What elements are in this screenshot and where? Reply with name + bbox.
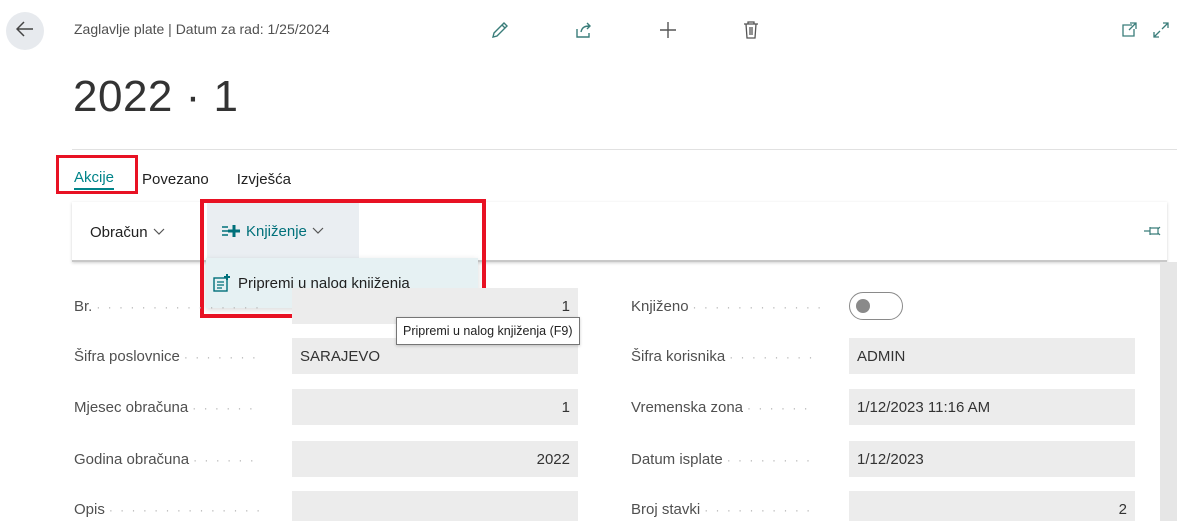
- label-dots: · · · · · · · ·: [729, 349, 815, 364]
- field-label: Opis: [74, 500, 105, 518]
- back-button[interactable]: [6, 12, 44, 50]
- broj-stavki-input[interactable]: 2: [849, 491, 1135, 521]
- godina-obracuna-input[interactable]: 2022: [292, 441, 578, 477]
- label-dots: · · · · · ·: [192, 400, 255, 415]
- open-new-window-button[interactable]: [1119, 18, 1139, 46]
- field-label: Godina obračuna: [74, 450, 190, 468]
- label-dots: · · · · · · · ·: [726, 452, 813, 467]
- field-label: Vremenska zona: [631, 398, 744, 416]
- label-dots: · · · · · · · · · · · ·: [692, 299, 824, 314]
- datum-isplate-input[interactable]: 1/12/2023: [849, 441, 1135, 477]
- header-toolbar: [490, 18, 826, 46]
- tab-label: Izvješća: [236, 170, 291, 188]
- field-opis: Opis · · · · · · · · · · · · · ·: [74, 491, 284, 521]
- tab-label: Povezano: [142, 170, 209, 188]
- open-new-window-icon: [1120, 21, 1138, 44]
- field-godina-obracuna: Godina obračuna · · · · · ·: [74, 441, 284, 477]
- knjizeno-toggle[interactable]: [849, 292, 903, 320]
- chevron-down-icon: [153, 228, 165, 236]
- share-icon: [574, 20, 594, 45]
- label-dots: · · · · · ·: [747, 400, 810, 415]
- edit-button[interactable]: [490, 18, 574, 46]
- sifra-korisnika-input[interactable]: ADMIN: [849, 338, 1135, 374]
- field-label: Broj stavki: [631, 500, 701, 518]
- field-label: Datum isplate: [631, 450, 723, 468]
- divider: [72, 149, 1177, 150]
- field-label: Knjiženo: [631, 297, 689, 315]
- record-title: 2022 · 1: [73, 72, 239, 121]
- window-controls: [1119, 18, 1171, 46]
- field-datum-isplate: Datum isplate · · · · · · · ·: [631, 441, 841, 477]
- label-dots: · · · · · · ·: [183, 349, 258, 364]
- pin-icon[interactable]: [1143, 224, 1161, 243]
- tab-izvjesca[interactable]: Izvješća: [223, 162, 305, 196]
- expand-icon: [1152, 21, 1170, 44]
- annotation-highlight-akcije: [56, 155, 138, 194]
- opis-input[interactable]: [292, 491, 578, 521]
- field-label: Šifra poslovnice: [74, 347, 180, 365]
- add-button[interactable]: [658, 18, 742, 46]
- delete-button[interactable]: [742, 18, 826, 46]
- delete-trash-icon: [742, 20, 760, 45]
- label-dots: · · · · · ·: [193, 452, 256, 467]
- back-arrow-icon: [15, 20, 34, 42]
- field-label: Mjesec obračuna: [74, 398, 189, 416]
- mjesec-obracuna-input[interactable]: 1: [292, 389, 578, 425]
- vremenska-zona-input[interactable]: 1/12/2023 11:16 AM: [849, 389, 1135, 425]
- field-label: Br.: [74, 297, 93, 315]
- field-br: Br. · · · · · · · · · · · · · · ·: [74, 288, 284, 324]
- label-dots: · · · · · · · · · · · · · ·: [108, 502, 263, 517]
- tab-povezano[interactable]: Povezano: [128, 162, 223, 196]
- field-knjizeno: Knjiženo · · · · · · · · · · · ·: [631, 288, 841, 324]
- expand-button[interactable]: [1151, 18, 1171, 46]
- label-dots: · · · · · · · · · ·: [704, 502, 813, 517]
- scrollbar[interactable]: [1160, 262, 1177, 521]
- obracun-menu-button[interactable]: Obračun: [90, 214, 165, 250]
- add-plus-icon: [658, 20, 678, 45]
- field-sifra-korisnika: Šifra korisnika · · · · · · · ·: [631, 338, 841, 374]
- field-mjesec-obracuna: Mjesec obračuna · · · · · ·: [74, 389, 284, 425]
- field-broj-stavki: Broj stavki · · · · · · · · · ·: [631, 491, 841, 521]
- field-label: Šifra korisnika: [631, 347, 726, 365]
- edit-pencil-icon: [490, 20, 510, 45]
- field-sifra-poslovnice: Šifra poslovnice · · · · · · ·: [74, 338, 284, 374]
- field-vremenska-zona: Vremenska zona · · · · · ·: [631, 389, 841, 425]
- label-dots: · · · · · · · · · · · · · · ·: [96, 299, 261, 314]
- page-caption: Zaglavlje plate | Datum za rad: 1/25/202…: [74, 21, 330, 37]
- share-button[interactable]: [574, 18, 658, 46]
- tooltip: Pripremi u nalog knjiženja (F9): [396, 317, 580, 345]
- obracun-label: Obračun: [90, 223, 148, 241]
- toggle-knob: [856, 299, 870, 313]
